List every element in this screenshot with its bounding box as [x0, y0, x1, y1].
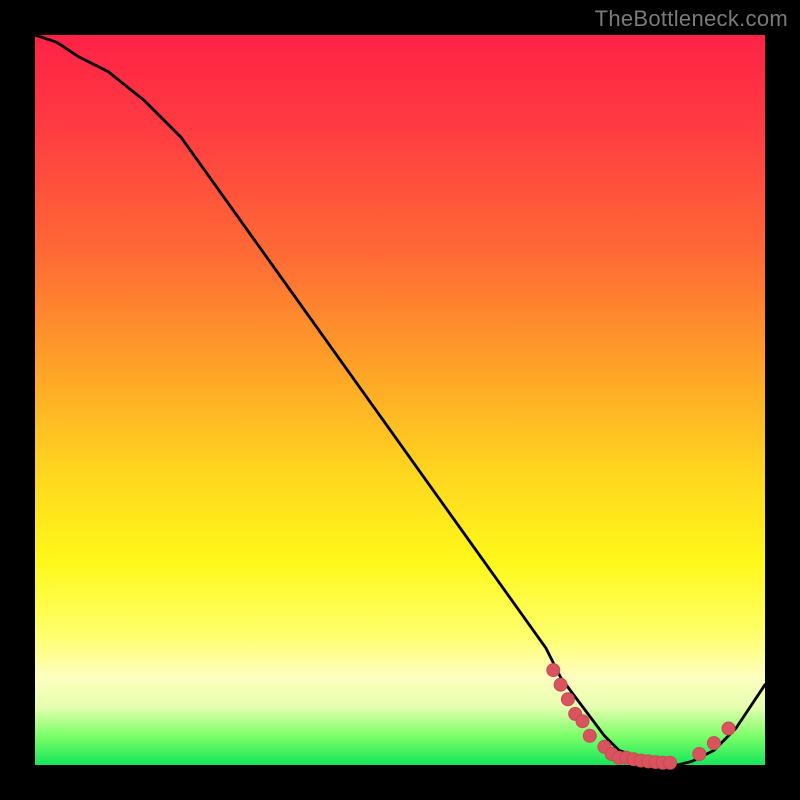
- chart-svg: [35, 35, 765, 765]
- marker-dot: [722, 722, 735, 735]
- plot-area: [35, 35, 765, 765]
- marker-dot: [547, 664, 560, 677]
- chart-frame: TheBottleneck.com: [0, 0, 800, 800]
- watermark-text: TheBottleneck.com: [595, 6, 788, 32]
- marker-dot: [561, 693, 574, 706]
- marker-dot: [693, 748, 706, 761]
- marker-dot: [707, 737, 720, 750]
- curve-line: [35, 35, 765, 765]
- marker-dot: [664, 756, 677, 769]
- marker-dot: [576, 715, 589, 728]
- marker-dot: [554, 678, 567, 691]
- marker-dot: [583, 729, 596, 742]
